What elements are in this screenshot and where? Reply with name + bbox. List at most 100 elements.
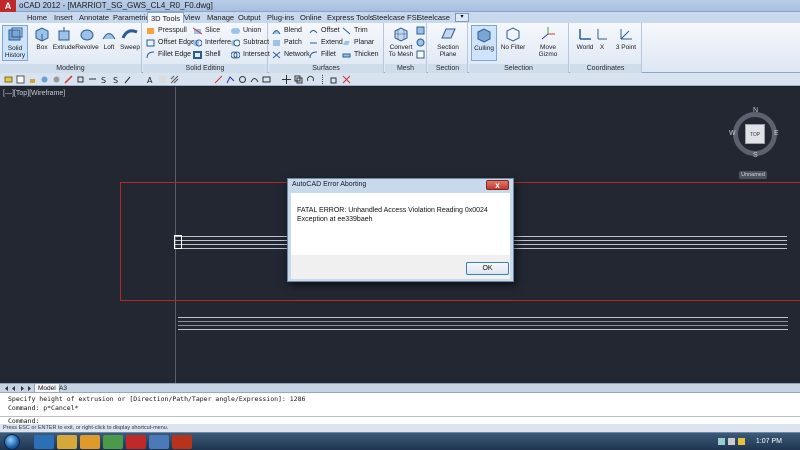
scale-icon[interactable] — [330, 75, 339, 84]
move-gizmo-button[interactable]: Move Gizmo — [531, 25, 565, 61]
patch-button[interactable]: Patch — [272, 37, 302, 48]
ok-button[interactable]: OK — [466, 262, 509, 275]
arc-icon[interactable] — [250, 75, 259, 84]
tab-output[interactable]: Output — [235, 12, 264, 23]
dimension-icon[interactable] — [88, 75, 97, 84]
panel-title-section: Section — [428, 64, 467, 73]
start-button[interactable] — [4, 434, 20, 450]
mesh-option-icon[interactable] — [416, 26, 425, 35]
thicken-button[interactable]: Thicken — [342, 49, 379, 60]
solid-history-button[interactable]: Solid History — [2, 25, 28, 61]
mesh-icon — [394, 27, 408, 42]
compass-east[interactable]: E — [774, 130, 779, 137]
hatch-icon[interactable] — [170, 75, 179, 84]
explorer-icon[interactable] — [57, 435, 77, 449]
revolve-icon — [80, 29, 94, 41]
blend-button[interactable]: Blend — [272, 25, 302, 36]
viewcube-top-face[interactable]: TOP — [745, 124, 765, 144]
erase-icon[interactable] — [342, 75, 351, 84]
geometry-line — [178, 325, 788, 326]
ribbon-minimize-icon[interactable]: ▾ — [455, 13, 469, 22]
circle-icon[interactable] — [238, 75, 247, 84]
layer-icon[interactable] — [4, 75, 13, 84]
acrobat-icon[interactable] — [172, 435, 192, 449]
tab-parametric[interactable]: Parametric — [110, 12, 152, 23]
mesh-smooth-icon[interactable] — [416, 38, 425, 47]
2d-draw-icon[interactable] — [158, 75, 167, 84]
ucs-menu[interactable]: Unnamed — [739, 171, 767, 179]
move-icon[interactable] — [282, 75, 291, 84]
mesh-refine-icon[interactable] — [416, 50, 425, 59]
taskbar-clock[interactable]: 1:07 PM — [756, 438, 782, 445]
union-button[interactable]: Union — [231, 25, 261, 36]
mirror-icon[interactable] — [318, 75, 327, 84]
match-icon[interactable] — [64, 75, 73, 84]
osnap-icon[interactable] — [76, 75, 85, 84]
offset-button[interactable]: Offset — [309, 25, 340, 36]
solid-history-label: Solid History — [4, 45, 26, 59]
network-tray-icon[interactable] — [718, 438, 725, 445]
subtract-button[interactable]: Subtract — [231, 37, 269, 48]
tab-home[interactable]: Home — [24, 12, 50, 23]
tab-view[interactable]: View — [181, 12, 203, 23]
panel-title-solid-editing: Solid Editing — [143, 64, 267, 73]
tab-manage[interactable]: Manage — [204, 12, 237, 23]
convert-to-mesh-button[interactable]: Convert To Mesh — [387, 25, 415, 61]
slice-button[interactable]: Slice — [193, 25, 220, 36]
volume-tray-icon[interactable] — [728, 438, 735, 445]
ucs-x-button[interactable]: X — [595, 25, 609, 61]
tab-steelcase[interactable]: Steelcase — [414, 12, 453, 23]
flag-tray-icon[interactable] — [738, 438, 745, 445]
app-icon[interactable] — [103, 435, 123, 449]
copy-icon[interactable] — [294, 75, 303, 84]
autocad-taskbar-icon[interactable] — [126, 435, 146, 449]
interfere-button[interactable]: Interfere — [193, 37, 231, 48]
shell-button[interactable]: Shell — [193, 49, 221, 60]
text-icon[interactable]: A — [146, 75, 155, 84]
sweep-button[interactable]: Sweep — [117, 25, 143, 61]
rectangle-icon[interactable] — [262, 75, 271, 84]
error-message: FATAL ERROR: Unhandled Access Violation … — [297, 207, 488, 223]
presspull-button[interactable]: Presspull — [146, 25, 187, 36]
table-style-icon[interactable]: S — [112, 75, 121, 84]
no-filter-button[interactable]: No Filter — [499, 25, 527, 61]
ucs-3point-button[interactable]: 3 Point — [613, 25, 639, 61]
properties-icon[interactable] — [16, 75, 25, 84]
autocad-logo-icon[interactable]: A — [0, 0, 16, 12]
compass-west[interactable]: W — [729, 130, 736, 137]
compass-north[interactable]: N — [753, 107, 758, 114]
off-icon[interactable] — [52, 75, 61, 84]
multileader-icon[interactable] — [124, 75, 133, 84]
text-style-icon[interactable]: S — [100, 75, 109, 84]
outlook-icon[interactable] — [80, 435, 100, 449]
culling-button[interactable]: Culling — [471, 25, 497, 61]
line-icon[interactable] — [214, 75, 223, 84]
rotate-icon[interactable] — [306, 75, 315, 84]
freeze-icon[interactable] — [40, 75, 49, 84]
extend-button[interactable]: Extend — [309, 37, 343, 48]
section-plane-button[interactable]: Section Plane — [434, 25, 462, 61]
culling-icon — [477, 28, 491, 43]
polyline-icon[interactable] — [226, 75, 235, 84]
slice-icon — [193, 27, 202, 35]
network-button[interactable]: Network — [272, 49, 310, 60]
ie-icon[interactable] — [34, 435, 54, 449]
tab-plug-ins[interactable]: Plug-ins — [264, 12, 297, 23]
trim-button[interactable]: Trim — [342, 25, 368, 36]
layout-nav-icon[interactable] — [3, 385, 33, 392]
lock-icon[interactable] — [28, 75, 37, 84]
tab-annotate[interactable]: Annotate — [76, 12, 112, 23]
fillet-edge-button[interactable]: Fillet Edge — [146, 49, 191, 60]
viewport-controls[interactable]: [—][Top][Wireframe] — [3, 90, 65, 97]
tab-insert[interactable]: Insert — [51, 12, 76, 23]
fillet-edge-icon — [146, 51, 155, 59]
compass-south[interactable]: S — [753, 152, 758, 159]
planar-button[interactable]: Planar — [342, 37, 374, 48]
tab-online[interactable]: Online — [297, 12, 325, 23]
move-gizmo-icon — [541, 27, 555, 40]
fillet-button[interactable]: Fillet — [309, 49, 336, 60]
offset-edge-button[interactable]: Offset Edge — [146, 37, 195, 48]
intersect-button[interactable]: Intersect — [231, 49, 270, 60]
app-icon[interactable] — [149, 435, 169, 449]
dialog-close-button[interactable]: x — [486, 180, 509, 190]
